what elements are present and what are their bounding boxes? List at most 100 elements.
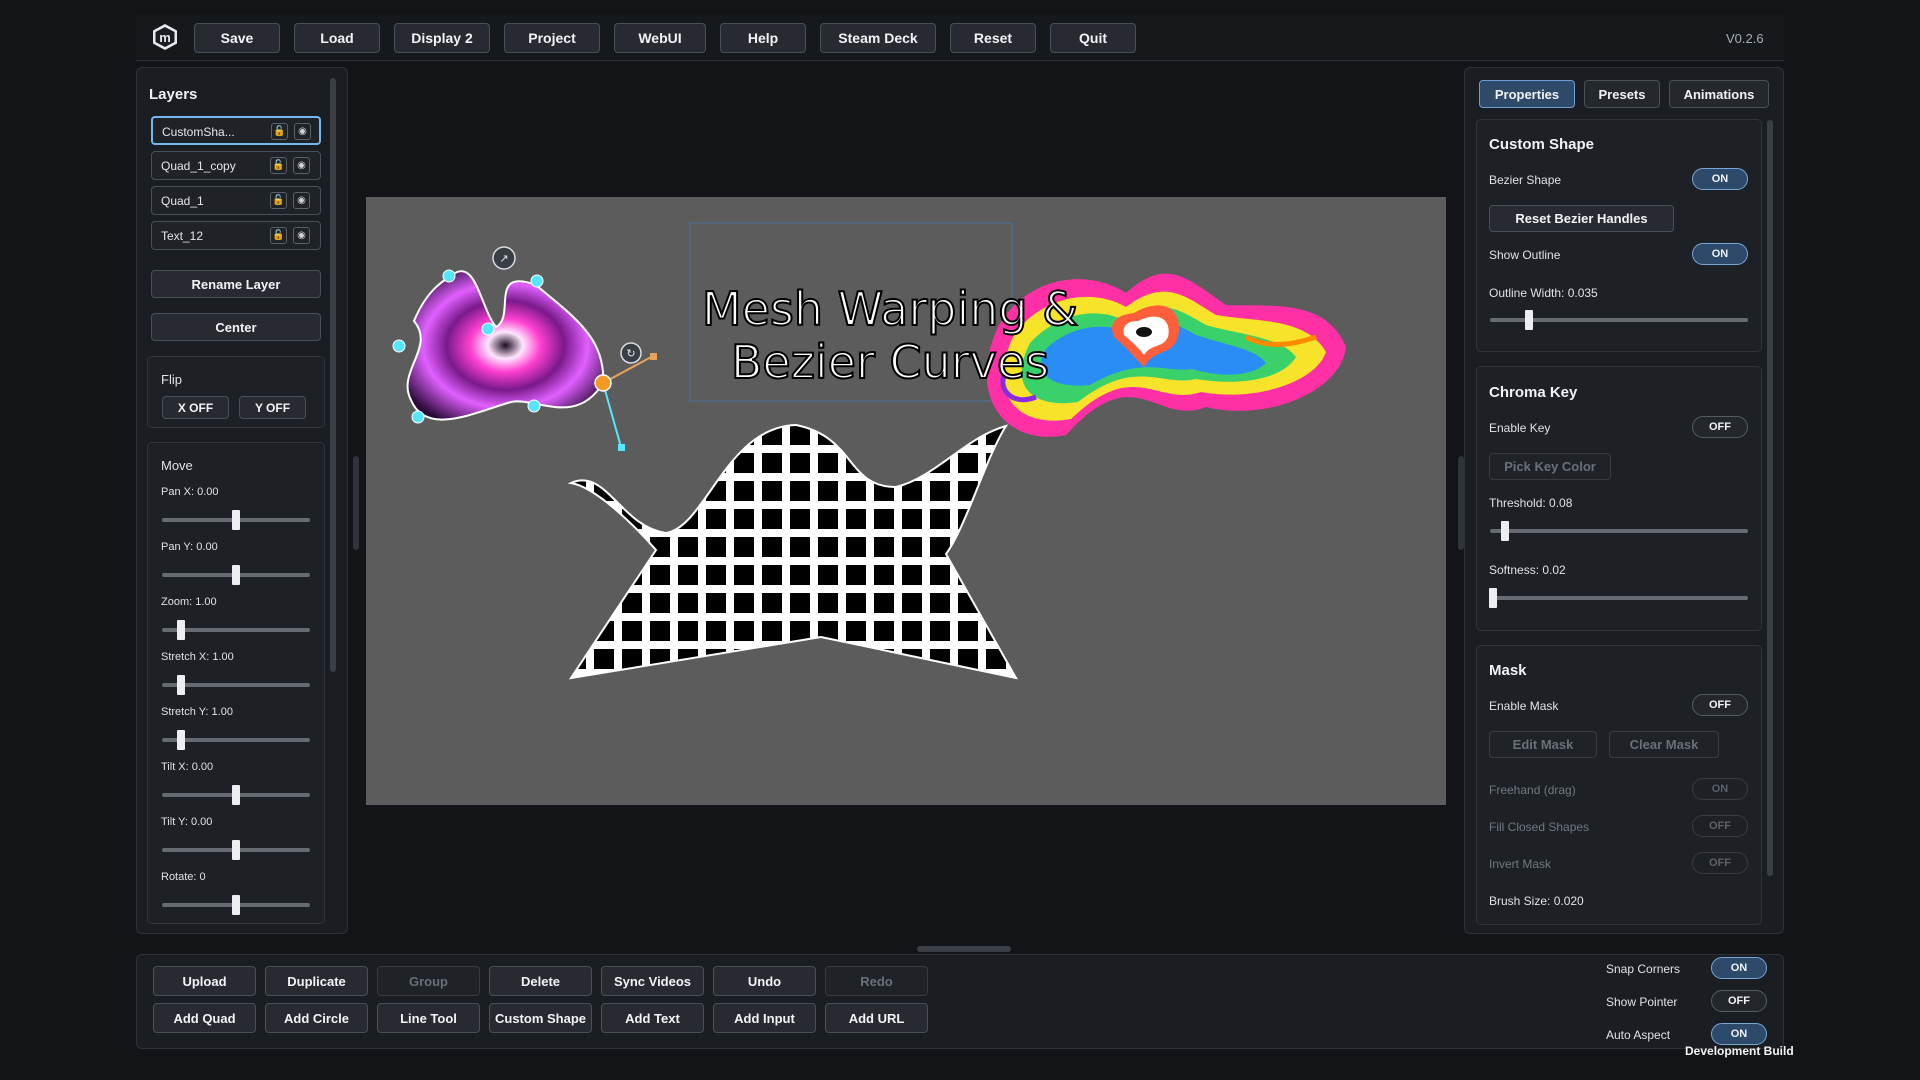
canvas-title-line2: Bezier Curves — [730, 334, 1050, 390]
flip-y-button[interactable]: Y OFF — [239, 396, 306, 419]
layer-item[interactable]: Quad_1 🔓 ◉ — [151, 186, 321, 215]
clear-mask-button[interactable]: Clear Mask — [1609, 731, 1719, 758]
eye-icon[interactable]: ◉ — [293, 157, 310, 174]
softness-slider[interactable] — [1490, 596, 1748, 600]
move-title: Move — [161, 458, 193, 473]
move-slider-label: Stretch X: 1.00 — [161, 651, 234, 663]
add-url-button[interactable]: Add URL — [825, 1003, 928, 1033]
version-label: V0.2.6 — [1726, 31, 1764, 46]
edit-mask-button[interactable]: Edit Mask — [1489, 731, 1597, 758]
outline-width-label: Outline Width: 0.035 — [1489, 286, 1598, 300]
softness-slider-thumb[interactable] — [1488, 588, 1497, 608]
reset-bezier-handles-button[interactable]: Reset Bezier Handles — [1489, 205, 1674, 232]
redo-button[interactable]: Redo — [825, 966, 928, 996]
bottom-resize-handle[interactable] — [917, 946, 1011, 952]
auto-aspect-toggle[interactable]: ON — [1711, 1023, 1767, 1045]
left-panel-scrollbar[interactable] — [330, 78, 336, 672]
freehand-label: Freehand (drag) — [1489, 783, 1576, 797]
threshold-label: Threshold: 0.08 — [1489, 496, 1573, 510]
custom-shape-title: Custom Shape — [1489, 136, 1595, 153]
layers-title: Layers — [149, 86, 198, 103]
outline-width-slider-thumb[interactable] — [1524, 310, 1533, 330]
flip-title: Flip — [161, 372, 182, 387]
layer-name: Quad_1_copy — [161, 159, 236, 173]
sync-videos-button[interactable]: Sync Videos — [601, 966, 704, 996]
group-button[interactable]: Group — [377, 966, 480, 996]
eye-icon[interactable]: ◉ — [293, 192, 310, 209]
move-slider-thumb[interactable] — [232, 510, 240, 530]
layer-name: Quad_1 — [161, 194, 204, 208]
move-slider-thumb[interactable] — [232, 785, 240, 805]
snap-corners-toggle[interactable]: ON — [1711, 957, 1767, 979]
delete-button[interactable]: Delete — [489, 966, 592, 996]
duplicate-button[interactable]: Duplicate — [265, 966, 368, 996]
move-slider-label: Tilt X: 0.00 — [161, 761, 214, 773]
bezier-shape-toggle[interactable]: ON — [1692, 168, 1748, 190]
upload-button[interactable]: Upload — [153, 966, 256, 996]
undo-button[interactable]: Undo — [713, 966, 816, 996]
move-slider-thumb[interactable] — [177, 675, 186, 695]
layer-item[interactable]: Quad_1_copy 🔓 ◉ — [151, 151, 321, 180]
canvas-handle-left[interactable] — [353, 456, 359, 550]
move-slider-thumb[interactable] — [177, 730, 186, 750]
lock-icon[interactable]: 🔓 — [270, 227, 287, 244]
move-slider-label: Zoom: 1.00 — [161, 596, 217, 608]
move-slider-label: Tilt Y: 0.00 — [161, 816, 213, 828]
project-button[interactable]: Project — [504, 23, 600, 53]
layer-name: CustomSha... — [162, 125, 235, 139]
move-slider-thumb[interactable] — [232, 840, 240, 860]
development-build-label: Development Build — [1685, 1044, 1794, 1058]
threshold-slider[interactable] — [1490, 529, 1748, 533]
custom-shape-button[interactable]: Custom Shape — [489, 1003, 592, 1033]
line-tool-button[interactable]: Line Tool — [377, 1003, 480, 1033]
threshold-slider-thumb[interactable] — [1501, 521, 1510, 541]
pick-key-color-button[interactable]: Pick Key Color — [1489, 453, 1611, 480]
lock-icon[interactable]: 🔓 — [270, 192, 287, 209]
brush-size-label: Brush Size: 0.020 — [1489, 894, 1584, 908]
invert-mask-toggle[interactable]: OFF — [1692, 852, 1748, 874]
webui-button[interactable]: WebUI — [614, 23, 706, 53]
load-button[interactable]: Load — [294, 23, 380, 53]
reset-button[interactable]: Reset — [950, 23, 1036, 53]
add-input-button[interactable]: Add Input — [713, 1003, 816, 1033]
fill-closed-shapes-toggle[interactable]: OFF — [1692, 815, 1748, 837]
eye-icon[interactable]: ◉ — [294, 123, 311, 140]
quit-button[interactable]: Quit — [1050, 23, 1136, 53]
freehand-toggle[interactable]: ON — [1692, 778, 1748, 800]
show-pointer-toggle[interactable]: OFF — [1711, 990, 1767, 1012]
enable-key-toggle[interactable]: OFF — [1692, 416, 1748, 438]
add-circle-button[interactable]: Add Circle — [265, 1003, 368, 1033]
right-panel-scrollbar[interactable] — [1767, 120, 1773, 876]
tab-animations[interactable]: Animations — [1669, 80, 1769, 108]
help-button[interactable]: Help — [720, 23, 806, 53]
add-quad-button[interactable]: Add Quad — [153, 1003, 256, 1033]
show-outline-toggle[interactable]: ON — [1692, 243, 1748, 265]
save-button[interactable]: Save — [194, 23, 280, 53]
softness-label: Softness: 0.02 — [1489, 563, 1566, 577]
canvas-title-line1: Mesh Warping & — [701, 281, 1079, 337]
bezier-shape-label: Bezier Shape — [1489, 173, 1562, 187]
move-slider-thumb[interactable] — [232, 565, 240, 585]
rename-layer-button[interactable]: Rename Layer — [151, 270, 321, 298]
chroma-key-title: Chroma Key — [1489, 384, 1578, 401]
layer-item[interactable]: Text_12 🔓 ◉ — [151, 221, 321, 250]
steam-deck-button[interactable]: Steam Deck — [820, 23, 936, 53]
tab-presets[interactable]: Presets — [1584, 80, 1660, 108]
flip-x-button[interactable]: X OFF — [162, 396, 229, 419]
svg-text:↻: ↻ — [626, 347, 635, 360]
move-slider-thumb[interactable] — [177, 620, 186, 640]
show-outline-label: Show Outline — [1489, 248, 1561, 262]
display-button[interactable]: Display 2 — [394, 23, 490, 53]
lock-icon[interactable]: 🔓 — [271, 123, 288, 140]
fill-closed-shapes-label: Fill Closed Shapes — [1489, 820, 1590, 834]
center-button[interactable]: Center — [151, 313, 321, 341]
enable-key-label: Enable Key — [1489, 421, 1551, 435]
tab-properties[interactable]: Properties — [1479, 80, 1575, 108]
move-slider-thumb[interactable] — [232, 895, 240, 915]
layer-item[interactable]: CustomSha... 🔓 ◉ — [151, 116, 321, 145]
lock-icon[interactable]: 🔓 — [270, 157, 287, 174]
add-text-button[interactable]: Add Text — [601, 1003, 704, 1033]
enable-mask-toggle[interactable]: OFF — [1692, 694, 1748, 716]
eye-icon[interactable]: ◉ — [293, 227, 310, 244]
snap-corners-label: Snap Corners — [1606, 962, 1681, 976]
